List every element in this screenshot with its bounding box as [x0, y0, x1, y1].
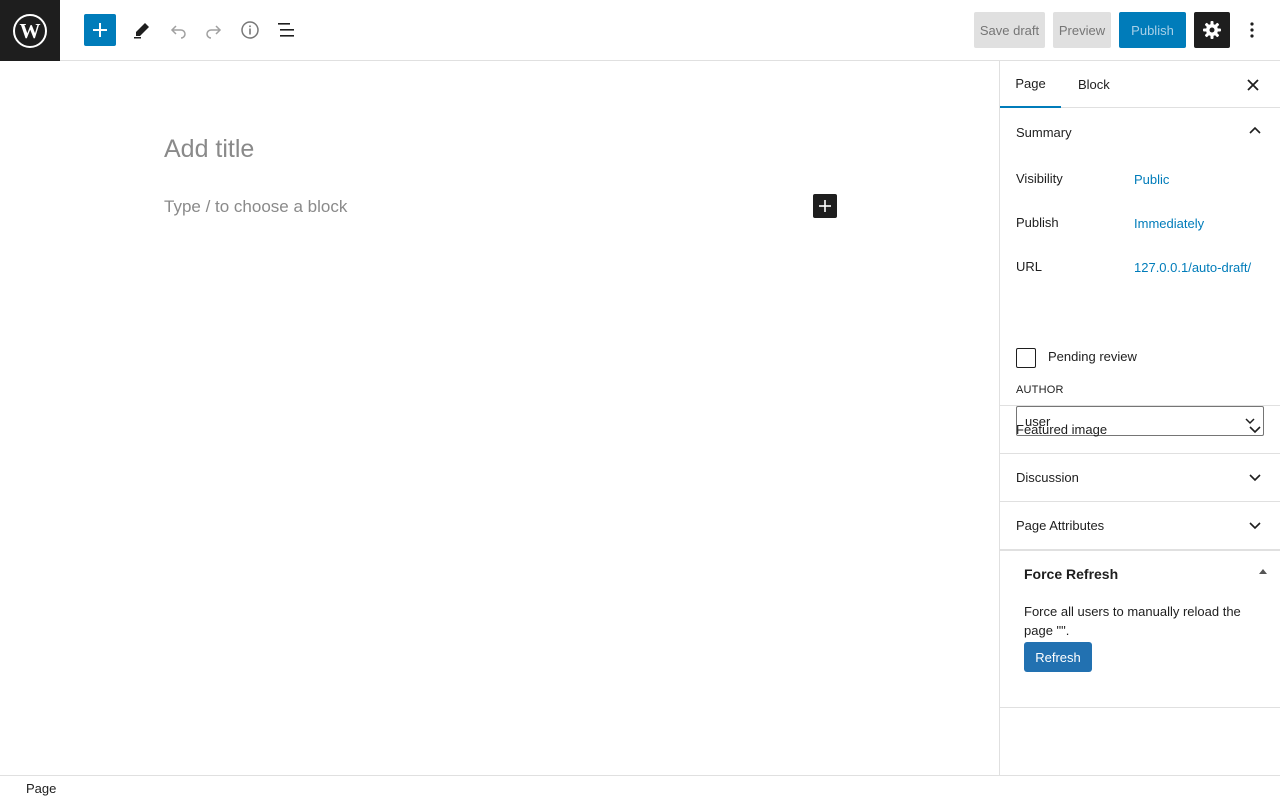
save-draft-button[interactable]: Save draft — [974, 12, 1045, 48]
undo-icon — [170, 25, 186, 39]
page-attributes-panel-title: Page Attributes — [1016, 518, 1105, 533]
tools-button[interactable] — [126, 12, 158, 48]
publish-date-toggle[interactable]: Immediately — [1134, 216, 1204, 231]
settings-sidebar: Page Block Summary Visibility Public Pub… — [999, 61, 1280, 775]
more-options-button[interactable] — [1238, 12, 1266, 48]
pending-review-label[interactable]: Pending review — [1048, 349, 1137, 364]
info-icon — [241, 21, 259, 39]
undo-button[interactable] — [162, 12, 194, 48]
summary-panel-title[interactable]: Summary — [1016, 125, 1072, 140]
visibility-label: Visibility — [1016, 171, 1063, 186]
url-label: URL — [1016, 259, 1043, 274]
plus-icon — [93, 23, 107, 37]
more-vertical-icon — [1250, 22, 1254, 38]
redo-icon — [206, 25, 222, 39]
wordpress-logo-icon[interactable]: W — [0, 0, 60, 61]
force-refresh-description: Force all users to manually reload the p… — [1024, 604, 1241, 638]
url-toggle[interactable]: 127.0.0.1/auto-draft/ — [1134, 260, 1251, 275]
pencil-icon — [134, 23, 149, 39]
add-block-button[interactable] — [84, 14, 116, 46]
publish-label: Publish — [1016, 215, 1059, 230]
chevron-up-icon[interactable] — [1249, 125, 1261, 137]
featured-image-panel[interactable]: Featured image — [1000, 406, 1280, 454]
close-icon — [1247, 79, 1259, 91]
summary-panel: Summary Visibility Public Publish Immedi… — [1000, 108, 1280, 436]
discussion-panel[interactable]: Discussion — [1000, 454, 1280, 502]
tab-page[interactable]: Page — [1000, 61, 1061, 108]
refresh-button[interactable]: Refresh — [1024, 642, 1092, 672]
chevron-down-icon — [1249, 474, 1261, 482]
preview-button[interactable]: Preview — [1053, 12, 1111, 48]
redo-button[interactable] — [198, 12, 230, 48]
gear-icon — [1203, 21, 1221, 39]
pending-review-checkbox[interactable] — [1016, 348, 1036, 368]
visibility-toggle[interactable]: Public — [1134, 172, 1169, 187]
editor-canvas: Add title Type / to choose a block — [0, 61, 999, 775]
featured-image-panel-title: Featured image — [1016, 422, 1108, 437]
post-title-input[interactable]: Add title — [164, 135, 254, 164]
tab-block[interactable]: Block — [1078, 61, 1110, 108]
plus-icon — [819, 200, 831, 212]
publish-button[interactable]: Publish — [1119, 12, 1186, 48]
collapse-toggle-icon[interactable] — [1259, 569, 1267, 574]
block-inserter-button[interactable] — [813, 194, 837, 218]
force-refresh-title: Force Refresh — [1024, 566, 1119, 582]
default-block-appender[interactable]: Type / to choose a block — [164, 197, 347, 217]
details-button[interactable] — [234, 12, 266, 48]
sidebar-tabs: Page Block — [1000, 61, 1280, 108]
editor-header: W Save draft Preview Publish — [0, 0, 1280, 61]
author-label: AUTHOR — [1016, 384, 1064, 396]
svg-text:W: W — [20, 19, 41, 43]
breadcrumb[interactable]: Page — [26, 781, 56, 796]
settings-button[interactable] — [1194, 12, 1230, 48]
close-settings-button[interactable] — [1241, 73, 1265, 97]
force-refresh-metabox: Force Refresh Force all users to manuall… — [1000, 550, 1280, 708]
page-attributes-panel[interactable]: Page Attributes — [1000, 502, 1280, 550]
chevron-down-icon — [1249, 522, 1261, 530]
list-view-icon — [278, 23, 294, 37]
discussion-panel-title: Discussion — [1016, 470, 1079, 485]
chevron-down-icon — [1249, 426, 1261, 434]
editor-footer: Page — [0, 775, 1280, 800]
list-view-button[interactable] — [270, 12, 302, 48]
